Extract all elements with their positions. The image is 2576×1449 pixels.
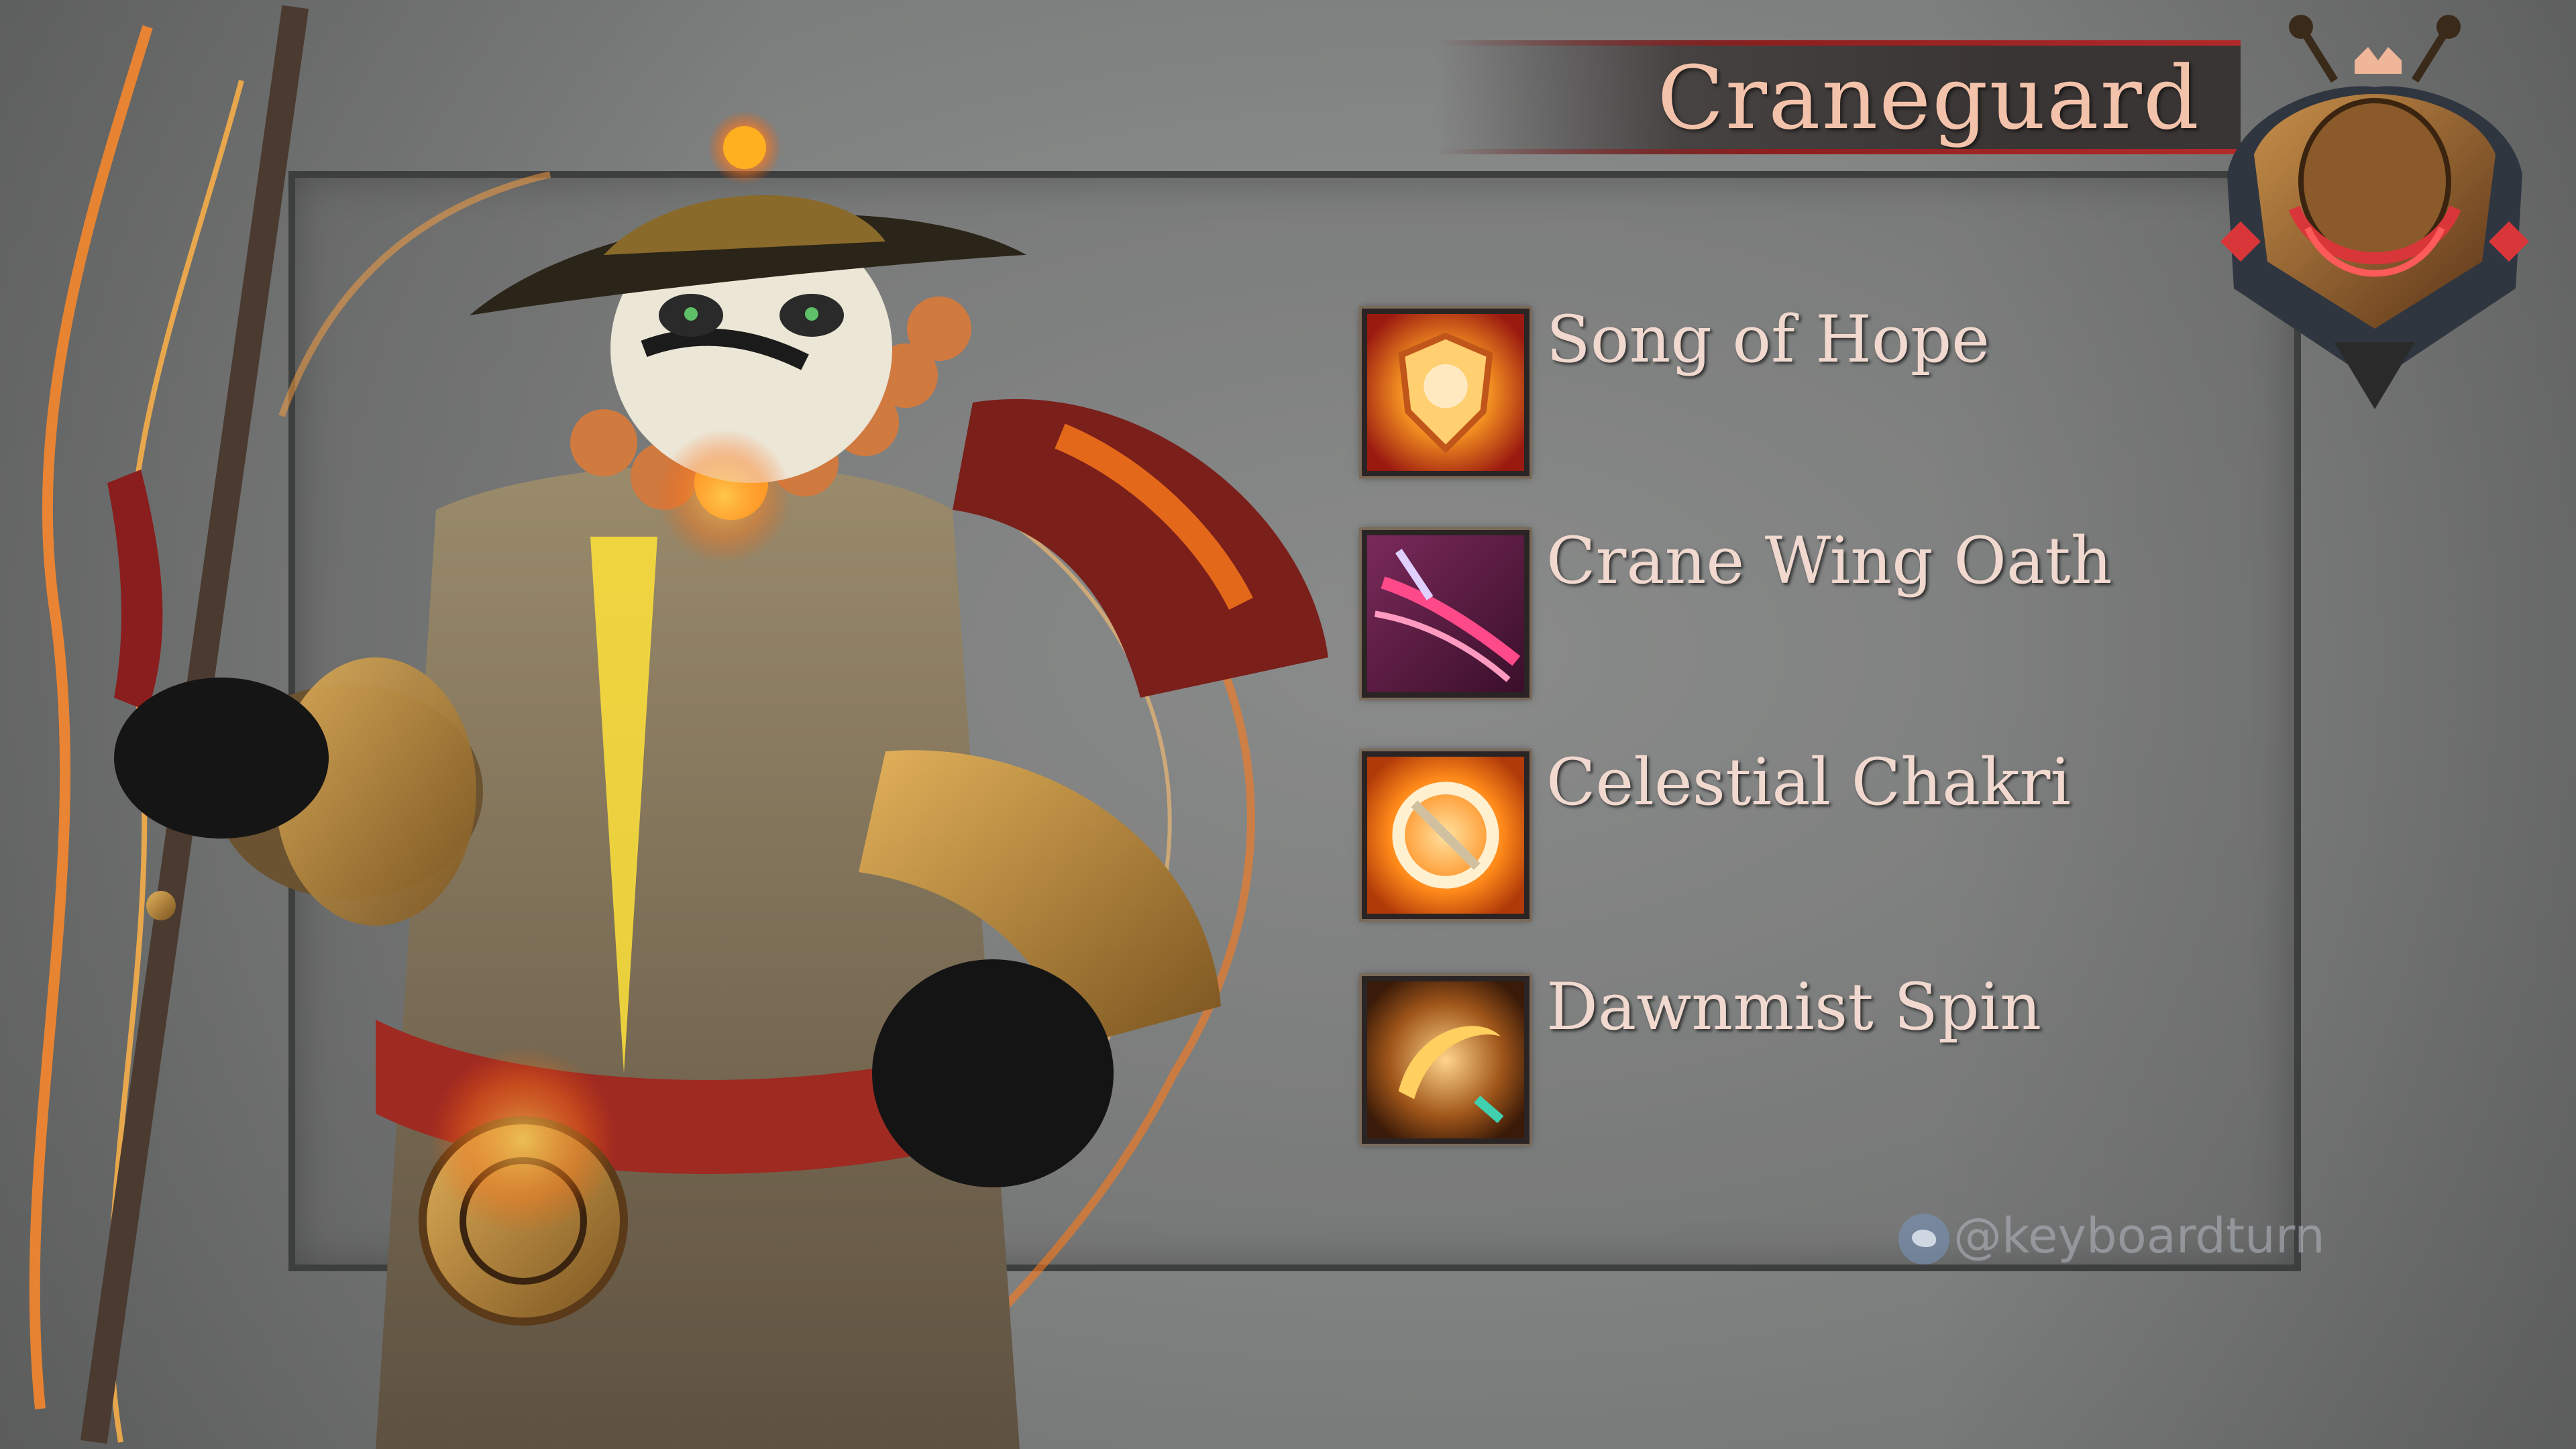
banner-line-bottom	[1436, 149, 2241, 154]
watermark-handle: @keyboardturn	[1953, 1208, 2325, 1264]
ability-song-of-hope[interactable]: Song of Hope	[1359, 302, 2234, 483]
lion-crest-icon	[2220, 15, 2529, 409]
banner-line-top	[1436, 40, 2241, 46]
ability-label: Crane Wing Oath	[1546, 523, 2112, 598]
ability-label: Song of Hope	[1546, 302, 1990, 377]
slash-streak-icon	[1359, 527, 1532, 700]
chakram-icon	[1359, 749, 1532, 922]
twitter-bird-icon	[1898, 1214, 1949, 1265]
spinning-blade-icon	[1359, 973, 1532, 1146]
ability-celestial-chakri[interactable]: Celestial Chakri	[1359, 745, 2234, 926]
social-watermark: @keyboardturn	[1898, 1208, 2325, 1265]
ability-label: Dawnmist Spin	[1546, 969, 2042, 1044]
title-banner: Craneguard	[1436, 40, 2241, 154]
shield-crest-icon	[1359, 306, 1532, 479]
ability-dawnmist-spin[interactable]: Dawnmist Spin	[1359, 969, 2234, 1150]
character-illustration	[29, 5, 1328, 1449]
ability-label: Celestial Chakri	[1546, 745, 2072, 820]
page-title: Craneguard	[1657, 47, 2200, 149]
ability-crane-wing-oath[interactable]: Crane Wing Oath	[1359, 523, 2234, 704]
